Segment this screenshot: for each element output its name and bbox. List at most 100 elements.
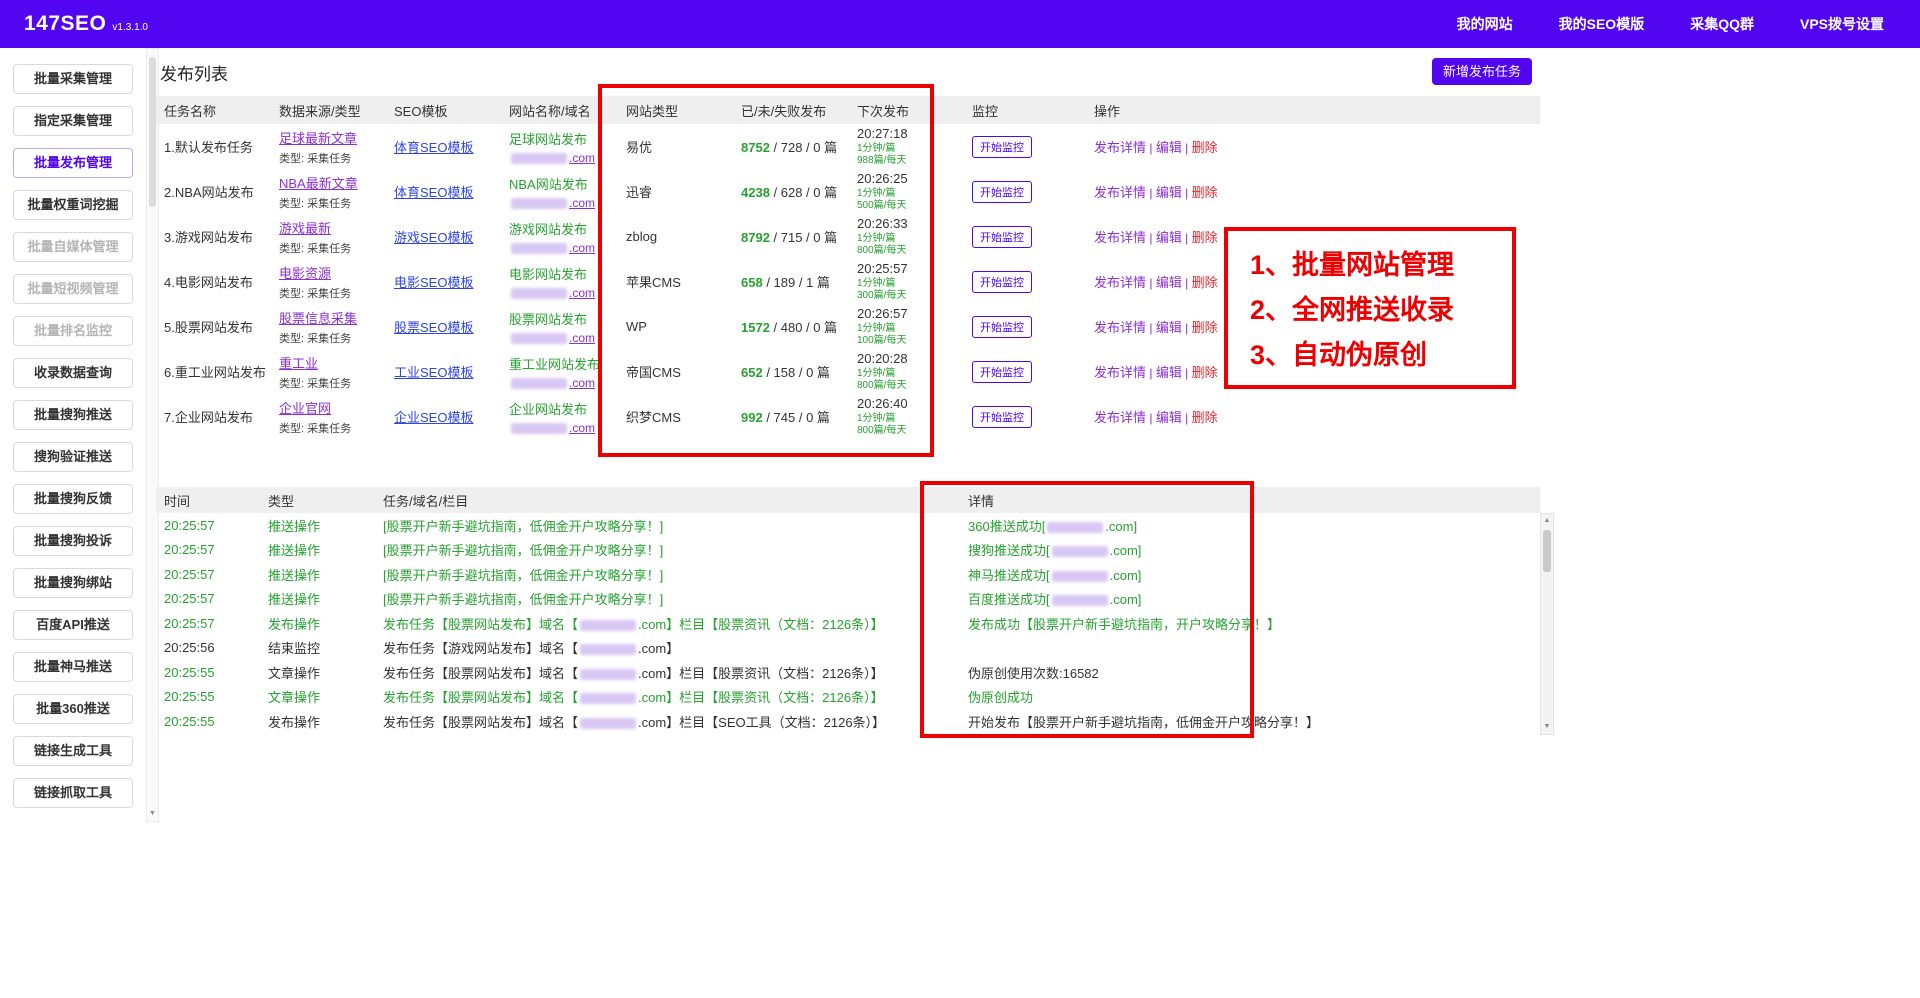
seo-template-link[interactable]: 体育SEO模板 xyxy=(394,185,473,200)
delete-link[interactable]: 删除 xyxy=(1192,410,1218,425)
site-domain-link[interactable]: .com xyxy=(509,241,610,255)
sidebar-item-12[interactable]: 批量搜狗绑站 xyxy=(13,568,133,598)
log-detail: 神马推送成功[.com] xyxy=(960,562,1540,587)
site-name: 重工业网站发布 xyxy=(509,354,610,373)
sidebar-item-2[interactable]: 批量发布管理 xyxy=(13,148,133,178)
nav-item-3[interactable]: VPS拨号设置 xyxy=(1800,14,1884,34)
seo-template-link[interactable]: 体育SEO模板 xyxy=(394,140,473,155)
seo-template-link[interactable]: 电影SEO模板 xyxy=(394,275,473,290)
log-type: 文章操作 xyxy=(260,685,375,710)
start-monitor-button[interactable]: 开始监控 xyxy=(972,181,1032,203)
edit-link[interactable]: 编辑 xyxy=(1156,185,1182,200)
column-header: 操作 xyxy=(1086,96,1226,124)
publish-detail-link[interactable]: 发布详情 xyxy=(1094,320,1146,335)
publish-detail-link[interactable]: 发布详情 xyxy=(1094,140,1146,155)
source-link[interactable]: 重工业 xyxy=(279,353,378,372)
nav-item-1[interactable]: 我的SEO模版 xyxy=(1559,14,1645,34)
publish-detail-link[interactable]: 发布详情 xyxy=(1094,230,1146,245)
start-monitor-button[interactable]: 开始监控 xyxy=(972,271,1032,293)
log-scrollbar[interactable]: ▲ ▼ xyxy=(1540,513,1554,735)
log-time: 20:25:57 xyxy=(156,538,260,563)
site-type: WP xyxy=(618,304,733,349)
sidebar-item-1[interactable]: 指定采集管理 xyxy=(13,106,133,136)
seo-template-link[interactable]: 工业SEO模板 xyxy=(394,365,473,380)
task-name: 1.默认发布任务 xyxy=(156,124,271,169)
site-type: 迅睿 xyxy=(618,169,733,214)
edit-link[interactable]: 编辑 xyxy=(1156,320,1182,335)
site-domain-link[interactable]: .com xyxy=(509,196,610,210)
sidebar-item-9[interactable]: 搜狗验证推送 xyxy=(13,442,133,472)
seo-template-link[interactable]: 企业SEO模板 xyxy=(394,410,473,425)
start-monitor-button[interactable]: 开始监控 xyxy=(972,406,1032,428)
sidebar-item-13[interactable]: 百度API推送 xyxy=(13,610,133,640)
delete-link[interactable]: 删除 xyxy=(1192,230,1218,245)
delete-link[interactable]: 删除 xyxy=(1192,365,1218,380)
site-name: 游戏网站发布 xyxy=(509,219,610,238)
sidebar-item-7[interactable]: 收录数据查询 xyxy=(13,358,133,388)
source-link[interactable]: 电影资源 xyxy=(279,263,378,282)
seo-template-link[interactable]: 股票SEO模板 xyxy=(394,320,473,335)
source-link[interactable]: NBA最新文章 xyxy=(279,173,378,192)
source-link[interactable]: 企业官网 xyxy=(279,398,378,417)
seo-template-link[interactable]: 游戏SEO模板 xyxy=(394,230,473,245)
log-table-body: 20:25:57推送操作[股票开户新手避坑指南，低佣金开户攻略分享！]360推送… xyxy=(156,513,1540,734)
site-domain-link[interactable]: .com xyxy=(509,331,610,345)
start-monitor-button[interactable]: 开始监控 xyxy=(972,136,1032,158)
log-row: 20:25:57推送操作[股票开户新手避坑指南，低佣金开户攻略分享！]百度推送成… xyxy=(156,587,1540,612)
log-type: 推送操作 xyxy=(260,513,375,538)
sidebar-item-8[interactable]: 批量搜狗推送 xyxy=(13,400,133,430)
delete-link[interactable]: 删除 xyxy=(1192,320,1218,335)
log-row: 20:25:57推送操作[股票开户新手避坑指南，低佣金开户攻略分享！]神马推送成… xyxy=(156,562,1540,587)
site-domain-link[interactable]: .com xyxy=(509,286,610,300)
nav-item-0[interactable]: 我的网站 xyxy=(1457,14,1513,34)
delete-link[interactable]: 删除 xyxy=(1192,185,1218,200)
edit-link[interactable]: 编辑 xyxy=(1156,365,1182,380)
scroll-down-icon[interactable]: ▼ xyxy=(1541,721,1553,733)
site-domain-link[interactable]: .com xyxy=(509,421,610,435)
source-link[interactable]: 游戏最新 xyxy=(279,218,378,237)
publish-detail-link[interactable]: 发布详情 xyxy=(1094,410,1146,425)
edit-link[interactable]: 编辑 xyxy=(1156,275,1182,290)
sidebar-item-11[interactable]: 批量搜狗投诉 xyxy=(13,526,133,556)
publish-detail-link[interactable]: 发布详情 xyxy=(1094,275,1146,290)
publish-table-body: 1.默认发布任务足球最新文章类型: 采集任务体育SEO模板足球网站发布.com易… xyxy=(156,124,1540,439)
log-time: 20:25:55 xyxy=(156,685,260,710)
source-link[interactable]: 股票信息采集 xyxy=(279,308,378,327)
edit-link[interactable]: 编辑 xyxy=(1156,410,1182,425)
next-publish-time: 20:20:28 xyxy=(857,351,956,366)
publish-detail-link[interactable]: 发布详情 xyxy=(1094,185,1146,200)
site-name: 企业网站发布 xyxy=(509,399,610,418)
publish-stats: 652 / 158 / 0 篇 xyxy=(733,349,849,394)
sidebar-scrollbar-thumb[interactable] xyxy=(149,57,156,207)
site-domain-link[interactable]: .com xyxy=(509,376,610,390)
sidebar-item-16[interactable]: 链接生成工具 xyxy=(13,736,133,766)
redacted-text xyxy=(511,333,567,344)
start-monitor-button[interactable]: 开始监控 xyxy=(972,316,1032,338)
sidebar-item-15[interactable]: 批量360推送 xyxy=(13,694,133,724)
delete-link[interactable]: 删除 xyxy=(1192,140,1218,155)
log-scrollbar-thumb[interactable] xyxy=(1543,530,1551,572)
log-column-header: 时间 xyxy=(156,487,260,513)
publish-detail-link[interactable]: 发布详情 xyxy=(1094,365,1146,380)
sidebar-item-14[interactable]: 批量神马推送 xyxy=(13,652,133,682)
column-header: 任务名称 xyxy=(156,96,271,124)
publish-row: 6.重工业网站发布重工业类型: 采集任务工业SEO模板重工业网站发布.com帝国… xyxy=(156,349,1540,394)
start-monitor-button[interactable]: 开始监控 xyxy=(972,226,1032,248)
start-monitor-button[interactable]: 开始监控 xyxy=(972,361,1032,383)
sidebar-item-3[interactable]: 批量权重词挖掘 xyxy=(13,190,133,220)
add-publish-task-button[interactable]: 新增发布任务 xyxy=(1432,58,1532,85)
sidebar-item-10[interactable]: 批量搜狗反馈 xyxy=(13,484,133,514)
edit-link[interactable]: 编辑 xyxy=(1156,140,1182,155)
log-row: 20:25:55文章操作发布任务【股票网站发布】域名【.com】栏目【股票资讯（… xyxy=(156,685,1540,710)
edit-link[interactable]: 编辑 xyxy=(1156,230,1182,245)
delete-link[interactable]: 删除 xyxy=(1192,275,1218,290)
source-link[interactable]: 足球最新文章 xyxy=(279,128,378,147)
site-domain-link[interactable]: .com xyxy=(509,151,610,165)
scroll-down-icon[interactable]: ▼ xyxy=(147,808,158,820)
log-detail: 伪原创成功 xyxy=(960,685,1540,710)
sidebar-item-0[interactable]: 批量采集管理 xyxy=(13,64,133,94)
nav-item-2[interactable]: 采集QQ群 xyxy=(1690,14,1754,34)
sidebar-item-17[interactable]: 链接抓取工具 xyxy=(13,778,133,808)
scroll-up-icon[interactable]: ▲ xyxy=(1541,515,1553,527)
publish-task-table: 任务名称数据来源/类型SEO模板网站名称/域名网站类型已/未/失败发布下次发布监… xyxy=(156,96,1540,439)
